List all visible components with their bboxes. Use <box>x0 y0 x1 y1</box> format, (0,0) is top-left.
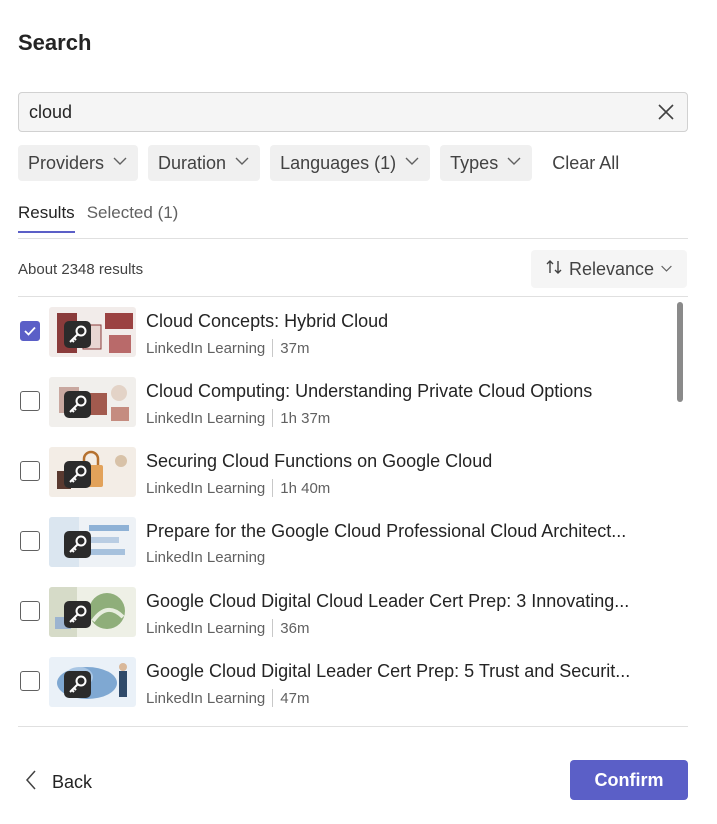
item-checkbox[interactable] <box>20 321 40 341</box>
item-checkbox[interactable] <box>20 531 40 551</box>
item-provider: LinkedIn Learning <box>146 689 266 707</box>
item-duration: 1h 37m <box>280 409 331 427</box>
item-meta: LinkedIn Learning 1h 40m <box>146 479 330 497</box>
types-filter-label: Types <box>450 152 499 173</box>
item-checkbox[interactable] <box>20 601 40 621</box>
meta-separator <box>272 339 274 357</box>
clear-all-button[interactable]: Clear All <box>542 153 629 174</box>
types-filter[interactable]: Types <box>440 145 533 181</box>
duration-filter[interactable]: Duration <box>148 145 261 181</box>
divider <box>18 726 688 727</box>
chevron-down-icon <box>112 153 128 174</box>
languages-filter[interactable]: Languages (1) <box>270 145 431 181</box>
list-item[interactable]: Cloud Concepts: Hybrid Cloud LinkedIn Le… <box>18 297 668 367</box>
sort-dropdown[interactable]: Relevance <box>531 250 687 288</box>
item-meta: LinkedIn Learning 37m <box>146 339 309 357</box>
meta-separator <box>272 689 274 707</box>
list-item[interactable]: Prepare for the Google Cloud Professiona… <box>18 507 668 577</box>
list-item[interactable]: Google Cloud Digital Cloud Leader Cert P… <box>18 577 668 647</box>
sort-label: Relevance <box>568 258 655 279</box>
item-duration: 37m <box>280 339 310 357</box>
tab-results[interactable]: Results <box>18 203 75 233</box>
course-thumbnail <box>49 377 136 427</box>
close-icon[interactable] <box>657 103 675 121</box>
list-item[interactable]: Securing Cloud Functions on Google Cloud… <box>18 437 668 507</box>
providers-filter[interactable]: Providers <box>18 145 139 181</box>
meta-separator <box>272 479 274 497</box>
confirm-button[interactable]: Confirm <box>570 760 688 800</box>
chevron-down-icon <box>506 153 522 174</box>
course-thumbnail <box>49 587 136 637</box>
meta-separator <box>272 409 274 427</box>
duration-filter-label: Duration <box>158 152 227 173</box>
key-icon <box>64 391 91 418</box>
item-meta: LinkedIn Learning 47m <box>146 689 309 707</box>
list-item[interactable]: Google Cloud Digital Leader Cert Prep: 5… <box>18 647 668 717</box>
scrollbar[interactable] <box>677 302 683 402</box>
key-icon <box>64 531 91 558</box>
item-title: Cloud Computing: Understanding Private C… <box>146 381 593 401</box>
key-icon <box>64 461 91 488</box>
item-provider: LinkedIn Learning <box>146 409 266 427</box>
item-title: Securing Cloud Functions on Google Cloud <box>146 451 493 471</box>
item-provider: LinkedIn Learning <box>146 549 266 566</box>
item-title: Google Cloud Digital Cloud Leader Cert P… <box>146 591 630 611</box>
results-count: About 2348 results <box>18 261 144 278</box>
chevron-down-icon <box>660 259 673 280</box>
item-checkbox[interactable] <box>20 391 40 411</box>
providers-filter-label: Providers <box>28 152 105 173</box>
chevron-down-icon <box>404 153 420 174</box>
tab-bar: Results Selected (1) <box>18 203 178 233</box>
item-checkbox[interactable] <box>20 671 40 691</box>
course-thumbnail <box>49 517 136 567</box>
item-title: Cloud Concepts: Hybrid Cloud <box>146 311 389 331</box>
filter-bar: Providers Duration Languages (1) Types C… <box>18 145 629 181</box>
tab-selected[interactable]: Selected (1) <box>87 203 179 233</box>
item-title: Google Cloud Digital Leader Cert Prep: 5… <box>146 661 631 681</box>
item-duration: 1h 40m <box>280 479 331 497</box>
item-duration: 47m <box>280 689 310 707</box>
list-item[interactable]: Cloud Computing: Understanding Private C… <box>18 367 668 437</box>
meta-separator <box>272 619 274 637</box>
search-box[interactable] <box>18 92 688 132</box>
checkmark-icon <box>24 326 36 336</box>
chevron-down-icon <box>234 153 250 174</box>
item-meta: LinkedIn Learning 1h 37m <box>146 409 330 427</box>
course-thumbnail <box>49 657 136 707</box>
item-provider: LinkedIn Learning <box>146 479 266 497</box>
item-meta: LinkedIn Learning 36m <box>146 619 309 637</box>
item-provider: LinkedIn Learning <box>146 619 266 637</box>
key-icon <box>64 671 91 698</box>
course-thumbnail <box>49 307 136 357</box>
item-meta: LinkedIn Learning <box>146 549 265 566</box>
back-label: Back <box>52 772 93 792</box>
back-button[interactable]: Back <box>24 769 92 796</box>
course-thumbnail <box>49 447 136 497</box>
sort-arrows-icon <box>545 258 563 281</box>
page-title: Search <box>18 30 92 55</box>
languages-filter-label: Languages (1) <box>280 152 397 173</box>
key-icon <box>64 601 91 628</box>
chevron-left-icon <box>24 769 38 796</box>
item-duration: 36m <box>280 619 310 637</box>
item-checkbox[interactable] <box>20 461 40 481</box>
key-icon <box>64 321 91 348</box>
search-input[interactable] <box>29 93 629 131</box>
results-list: Cloud Concepts: Hybrid Cloud LinkedIn Le… <box>18 297 678 725</box>
item-title: Prepare for the Google Cloud Professiona… <box>146 521 627 541</box>
item-provider: LinkedIn Learning <box>146 339 266 357</box>
divider <box>18 238 688 239</box>
